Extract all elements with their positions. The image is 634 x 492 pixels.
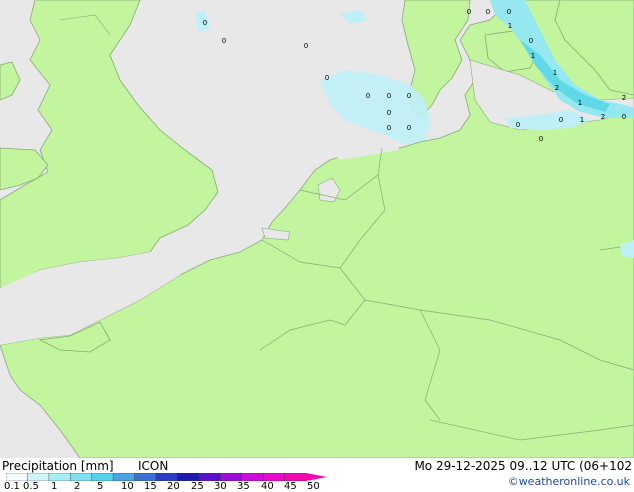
map-label: 0 <box>559 116 563 124</box>
map-label: 0 <box>467 8 471 16</box>
legend-swatch <box>177 473 200 481</box>
map-label: 0 <box>304 42 308 50</box>
legend-tick-label: 10 <box>121 481 134 492</box>
legend-tick-label: 0.5 <box>23 481 39 492</box>
legend-swatch <box>241 473 264 481</box>
legend-tick-label: 25 <box>191 481 204 492</box>
map-label: 1 <box>508 22 512 30</box>
map-label: 0 <box>539 135 543 143</box>
map-label: 0 <box>622 113 626 121</box>
map-label: 0 <box>387 109 391 117</box>
map-label: 2 <box>555 84 559 92</box>
map-label: 0 <box>507 8 511 16</box>
legend-swatch <box>91 473 114 481</box>
legend-tick-label: 2 <box>74 481 81 492</box>
map-label: 1 <box>531 52 535 60</box>
color-legend <box>6 473 327 481</box>
legend-swatch <box>6 473 29 481</box>
map-label: 0 <box>222 37 226 45</box>
map-title: Precipitation [mm] <box>2 459 114 473</box>
legend-swatch <box>198 473 221 481</box>
legend-swatch <box>70 473 93 481</box>
legend-swatch <box>155 473 179 481</box>
legend-swatch <box>262 473 286 481</box>
forecast-datetime: Mo 29-12-2025 09..12 UTC (06+102 <box>414 459 632 473</box>
map-label: 0 <box>387 92 391 100</box>
map-label: 1 <box>553 69 557 77</box>
legend-tick-label: 1 <box>51 481 58 492</box>
legend-swatch <box>27 473 50 481</box>
map-label: 1 <box>578 99 582 107</box>
legend-tick-label: 40 <box>261 481 274 492</box>
precipitation-map: 0 0 0 0 0 0 0 0 0 0 0 1 0 1 1 2 1 2 0 0 … <box>0 0 634 458</box>
map-label: 0 <box>203 19 207 27</box>
map-label: 0 <box>325 74 329 82</box>
legend-tick-label: 15 <box>144 481 157 492</box>
legend-tick-label: 35 <box>237 481 250 492</box>
legend-swatch <box>220 473 243 481</box>
legend-tick-label: 50 <box>307 481 320 492</box>
legend-swatch <box>134 473 157 481</box>
legend-arrow <box>306 473 327 481</box>
map-label: 0 <box>366 92 370 100</box>
map-label: 2 <box>601 113 605 121</box>
credit-link[interactable]: ©weatheronline.co.uk <box>508 475 630 488</box>
map-label: 0 <box>529 37 533 45</box>
legend-tick-label: 0.1 <box>4 481 20 492</box>
model-name: ICON <box>138 459 169 473</box>
legend-tick-label: 5 <box>97 481 104 492</box>
map-label: 2 <box>622 94 626 102</box>
map-label: 0 <box>407 92 411 100</box>
map-label: 0 <box>387 124 391 132</box>
legend-tick-label: 45 <box>284 481 297 492</box>
map-label: 0 <box>486 8 490 16</box>
legend-swatch <box>48 473 72 481</box>
map-label: 0 <box>516 121 520 129</box>
map-label: 1 <box>580 116 584 124</box>
map-label: 0 <box>407 124 411 132</box>
legend-tick-label: 30 <box>214 481 227 492</box>
legend-tick-label: 20 <box>167 481 180 492</box>
legend-swatch <box>112 473 136 481</box>
legend-swatch <box>284 473 307 481</box>
